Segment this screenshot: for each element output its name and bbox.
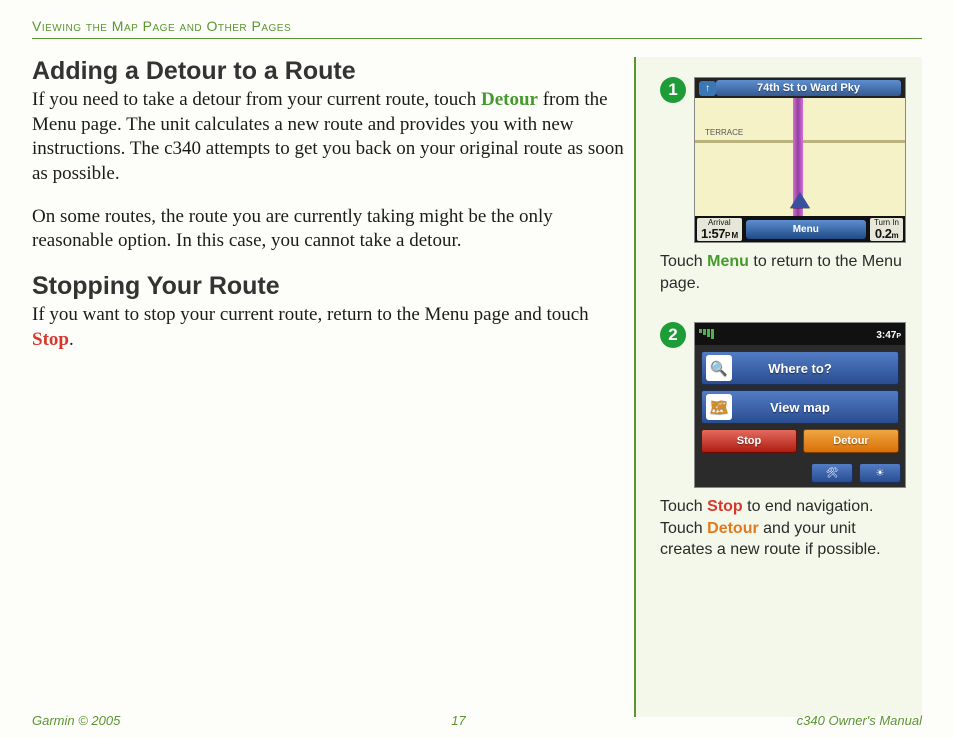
gps-map-area: TERRACE [695, 98, 905, 216]
keyword-detour: Detour [481, 89, 538, 110]
view-map-button[interactable]: 🗺 View map [701, 390, 899, 424]
text: If you need to take a detour from your c… [32, 89, 481, 110]
gps-menu-body: 🔍 Where to? 🗺 View map Stop Detour [695, 345, 905, 459]
where-to-label: Where to? [768, 361, 832, 376]
stop-button[interactable]: Stop [701, 429, 797, 453]
heading-stopping-route: Stopping Your Route [32, 272, 624, 301]
paragraph-stop-route: If you want to stop your current route, … [32, 303, 624, 352]
where-to-button[interactable]: 🔍 Where to? [701, 351, 899, 385]
detour-button[interactable]: Detour [803, 429, 899, 453]
page: Viewing the Map Page and Other Pages Add… [0, 0, 954, 738]
brightness-icon: ☀ [876, 468, 885, 479]
arrival-ampm: P M [725, 231, 738, 240]
paragraph-detour-intro: If you need to take a detour from your c… [32, 88, 624, 187]
direction-arrow-icon: ↑ [699, 81, 716, 96]
arrival-panel: Arrival 1:57P M [697, 218, 742, 241]
step-2-row: 2 3:47P 🔍 Where to? [660, 322, 906, 488]
menu-button[interactable]: Menu [746, 220, 866, 239]
breadcrumb: Viewing the Map Page and Other Pages [32, 18, 922, 39]
step-badge-2: 2 [660, 322, 686, 348]
keyword-menu: Menu [707, 253, 749, 270]
paragraph-detour-limits: On some routes, the route you are curren… [32, 205, 624, 254]
page-footer: Garmin © 2005 17 c340 Owner's Manual [32, 713, 922, 728]
gps-screenshot-menu: 3:47P 🔍 Where to? 🗺 View map [694, 322, 906, 488]
step-1-caption: Touch Menu to return to the Menu page. [660, 251, 906, 294]
view-map-label: View map [770, 400, 830, 415]
columns: Adding a Detour to a Route If you need t… [32, 57, 922, 717]
text: Touch [660, 253, 707, 270]
step-badge-1: 1 [660, 77, 686, 103]
map-street-label: TERRACE [705, 128, 743, 137]
clock: 3:47P [876, 325, 901, 343]
keyword-detour: Detour [707, 520, 759, 537]
gps-menu-footer: 🛠 ☀ [695, 459, 905, 487]
brightness-button[interactable]: ☀ [859, 463, 901, 483]
gps-bottom-bar: Arrival 1:57P M Menu Turn In 0.2m [695, 216, 905, 242]
text: Touch [660, 498, 707, 515]
clock-ampm: P [896, 333, 901, 340]
settings-button[interactable]: 🛠 [811, 463, 853, 483]
text: If you want to stop your current route, … [32, 304, 589, 325]
turn-distance-value: 0.2 [875, 226, 892, 241]
turn-distance-unit: m [891, 231, 898, 240]
main-column: Adding a Detour to a Route If you need t… [32, 57, 634, 717]
stop-detour-row: Stop Detour [701, 429, 899, 453]
wrench-icon: 🛠 [826, 468, 839, 479]
signal-icon [699, 329, 714, 339]
clock-time: 3:47 [876, 330, 896, 341]
turn-in-panel: Turn In 0.2m [870, 218, 903, 241]
keyword-stop: Stop [32, 329, 69, 350]
side-column: 1 ↑ 74th St to Ward Pky TERRACE [634, 57, 922, 717]
step-2-caption: Touch Stop to end navigation. Touch Deto… [660, 496, 906, 561]
footer-right: c340 Owner's Manual [797, 713, 922, 728]
vehicle-cursor-icon [790, 192, 810, 208]
text: . [69, 329, 74, 350]
gps-status-bar: 3:47P [695, 323, 905, 345]
footer-left: Garmin © 2005 [32, 713, 120, 728]
destination-label: 74th St to Ward Pky [716, 80, 901, 96]
step-1-row: 1 ↑ 74th St to Ward Pky TERRACE [660, 77, 906, 243]
map-icon: 🗺 [706, 394, 732, 420]
heading-adding-detour: Adding a Detour to a Route [32, 57, 624, 86]
gps-top-bar: ↑ 74th St to Ward Pky [695, 78, 905, 98]
search-icon: 🔍 [706, 355, 732, 381]
keyword-stop: Stop [707, 498, 743, 515]
page-number: 17 [451, 713, 465, 728]
gps-screenshot-map: ↑ 74th St to Ward Pky TERRACE Arrival 1 [694, 77, 906, 243]
arrival-time-value: 1:57 [701, 226, 725, 241]
